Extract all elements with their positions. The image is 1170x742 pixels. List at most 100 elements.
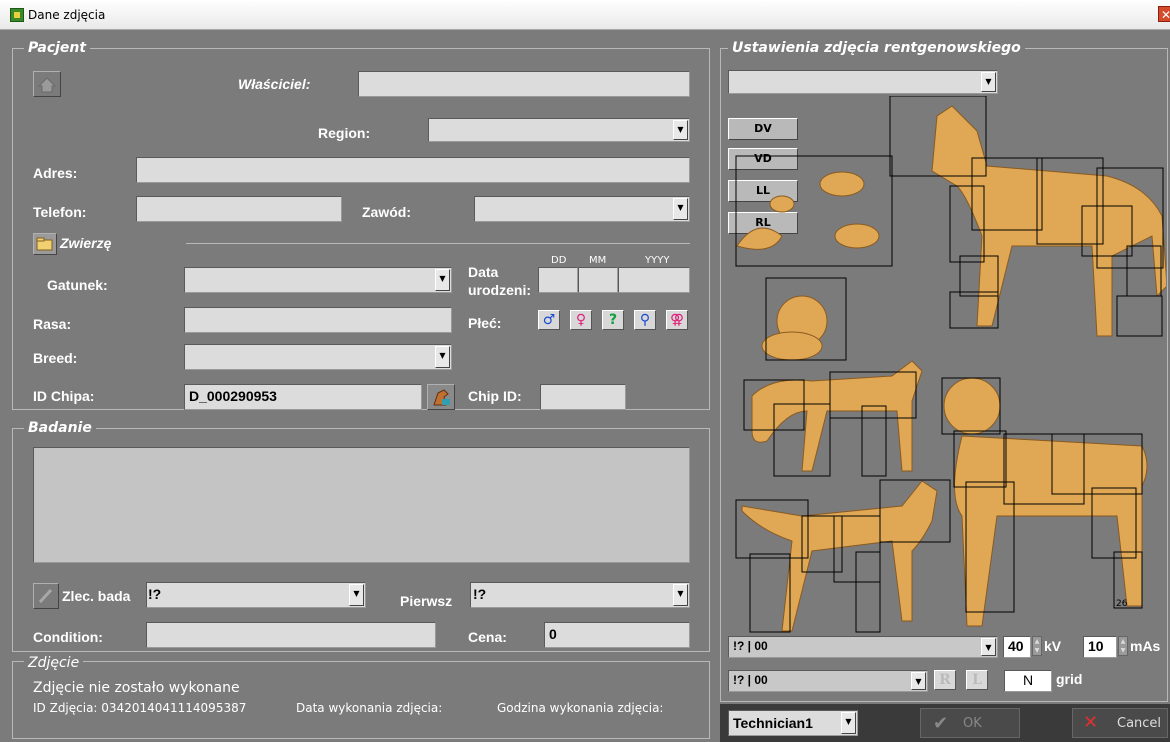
chevron-down-icon: ▼	[673, 120, 688, 140]
birthdate-label-1: Data	[468, 264, 499, 280]
patient-legend: Pacjent	[24, 40, 91, 56]
kv-unit: kV	[1044, 638, 1062, 654]
chevron-down-icon: ▼	[841, 712, 856, 734]
house-icon	[37, 77, 57, 93]
condition-label: Condition:	[33, 629, 103, 645]
checkmark-icon: ✔	[933, 713, 949, 734]
address-label: Adres:	[33, 165, 78, 181]
anatomy-selector[interactable]: 26	[722, 96, 1166, 636]
bird-icon	[819, 171, 865, 197]
xray-preset-select[interactable]: ▼	[728, 70, 998, 94]
dog-standing-icon	[931, 105, 1166, 337]
photo-status: Zdjęcie nie zostało wykonane	[33, 680, 240, 696]
order-exam-button[interactable]	[33, 583, 59, 609]
mas-field[interactable]: 10	[1083, 636, 1117, 658]
sex-female-button[interactable]: ♀	[570, 310, 592, 330]
order-select[interactable]: !? ▼	[146, 582, 366, 608]
kv-spinner[interactable]: ▲ ▼	[1032, 636, 1042, 656]
exam-notes[interactable]	[33, 447, 690, 563]
owner-field[interactable]	[358, 71, 690, 97]
breed-pl-field[interactable]	[184, 307, 452, 333]
sex-neutered-male-button[interactable]: ⚲	[634, 310, 656, 330]
chevron-down-icon: ▼	[673, 584, 688, 606]
body-region-select-2[interactable]: !? | 00 ▼	[728, 670, 928, 692]
region-label: Region:	[318, 125, 371, 141]
cancel-icon: ✕	[1083, 712, 1099, 733]
dog-head-icon	[943, 377, 1001, 435]
chevron-down-icon: ▼	[673, 198, 688, 220]
animal-divider	[186, 243, 690, 244]
app-icon	[10, 8, 24, 22]
chevron-down-icon: ▼	[981, 72, 996, 92]
chip-en-label: Chip ID:	[468, 388, 522, 404]
chip-pl-field[interactable]: D_000290953	[184, 384, 422, 410]
bull-terrier-icon	[741, 480, 938, 632]
mas-spinner[interactable]: ▲ ▼	[1118, 636, 1128, 656]
owner-label: Właściciel:	[238, 76, 311, 92]
photo-date: Data wykonania zdjęcia:	[296, 701, 443, 715]
animal-legend: Zwierzę	[60, 235, 112, 251]
xray-legend: Ustawienia zdjęcia rentgenowskiego	[728, 40, 1025, 56]
photo-legend: Zdjęcie	[24, 655, 84, 671]
sex-male-button[interactable]: ♂	[538, 310, 560, 330]
owner-lookup-button[interactable]	[33, 71, 61, 97]
body-region-select-1[interactable]: !? | 00 ▼	[728, 636, 998, 658]
species-label: Gatunek:	[47, 277, 108, 293]
turtle-icon	[834, 223, 880, 249]
snake-icon	[736, 227, 783, 250]
date-dd-hint: DD	[551, 255, 567, 266]
breed-en-select[interactable]: ▼	[184, 344, 452, 370]
condition-field[interactable]	[146, 622, 436, 648]
photo-time: Godzina wykonania zdjęcia:	[497, 701, 664, 715]
r-marker-button[interactable]: R	[934, 670, 956, 690]
profession-select[interactable]: ▼	[474, 196, 690, 222]
first-select[interactable]: !? ▼	[470, 582, 690, 608]
birth-month-field[interactable]	[578, 267, 618, 293]
cat-icon	[751, 360, 923, 472]
window-title: Dane zdjęcia	[28, 8, 106, 22]
date-mm-hint: MM	[589, 255, 607, 266]
mas-unit: mAs	[1130, 638, 1161, 654]
chip-en-field[interactable]	[540, 384, 626, 410]
chevron-down-icon: ▼	[435, 346, 450, 368]
kv-field[interactable]: 40	[1003, 636, 1031, 658]
grid-field[interactable]: N	[1004, 670, 1052, 692]
cancel-button[interactable]: ✕ Cancel	[1072, 708, 1168, 738]
grid-label: grid	[1056, 671, 1083, 687]
folder-icon	[36, 237, 53, 251]
chevron-down-icon: ▼	[911, 672, 926, 690]
ok-button[interactable]: ✔ OK	[920, 708, 1020, 738]
photo-group	[12, 661, 710, 739]
sex-label: Płeć:	[468, 315, 502, 331]
chevron-down-icon: ▼	[981, 638, 996, 656]
region-number: 26	[1116, 599, 1128, 609]
exam-legend: Badanie	[24, 420, 96, 436]
sex-unknown-button[interactable]: ?	[602, 310, 624, 330]
birthdate-label-2: urodzeni:	[468, 282, 531, 298]
pencil-icon	[38, 588, 53, 604]
order-label: Zlec. bada	[62, 588, 131, 604]
birth-year-field[interactable]	[618, 267, 690, 293]
sex-neutered-female-button[interactable]: ⚢	[666, 310, 688, 330]
region-select[interactable]: ▼	[428, 118, 690, 142]
chevron-down-icon: ▼	[435, 269, 450, 291]
close-icon[interactable]: ✕	[1158, 6, 1170, 22]
chip-scan-button[interactable]	[427, 384, 455, 410]
l-marker-button[interactable]: L	[966, 670, 988, 690]
animal-lookup-button[interactable]	[33, 233, 57, 255]
horse-icon	[433, 389, 450, 406]
breed-pl-label: Rasa:	[33, 316, 72, 332]
dog-side-icon	[954, 435, 1148, 627]
breed-en-label: Breed:	[33, 350, 78, 366]
species-select[interactable]: ▼	[184, 267, 452, 293]
price-field[interactable]: 0	[544, 622, 690, 648]
profession-label: Zawód:	[362, 204, 411, 220]
birth-day-field[interactable]	[538, 267, 578, 293]
phone-label: Telefon:	[33, 204, 87, 220]
phone-field[interactable]	[136, 196, 342, 222]
address-field[interactable]	[136, 157, 690, 183]
first-label: Pierwsz	[400, 593, 453, 609]
date-yyyy-hint: YYYY	[645, 255, 670, 266]
chevron-down-icon: ▼	[349, 584, 364, 606]
technician-select[interactable]: Technician1 ▼	[728, 710, 858, 736]
